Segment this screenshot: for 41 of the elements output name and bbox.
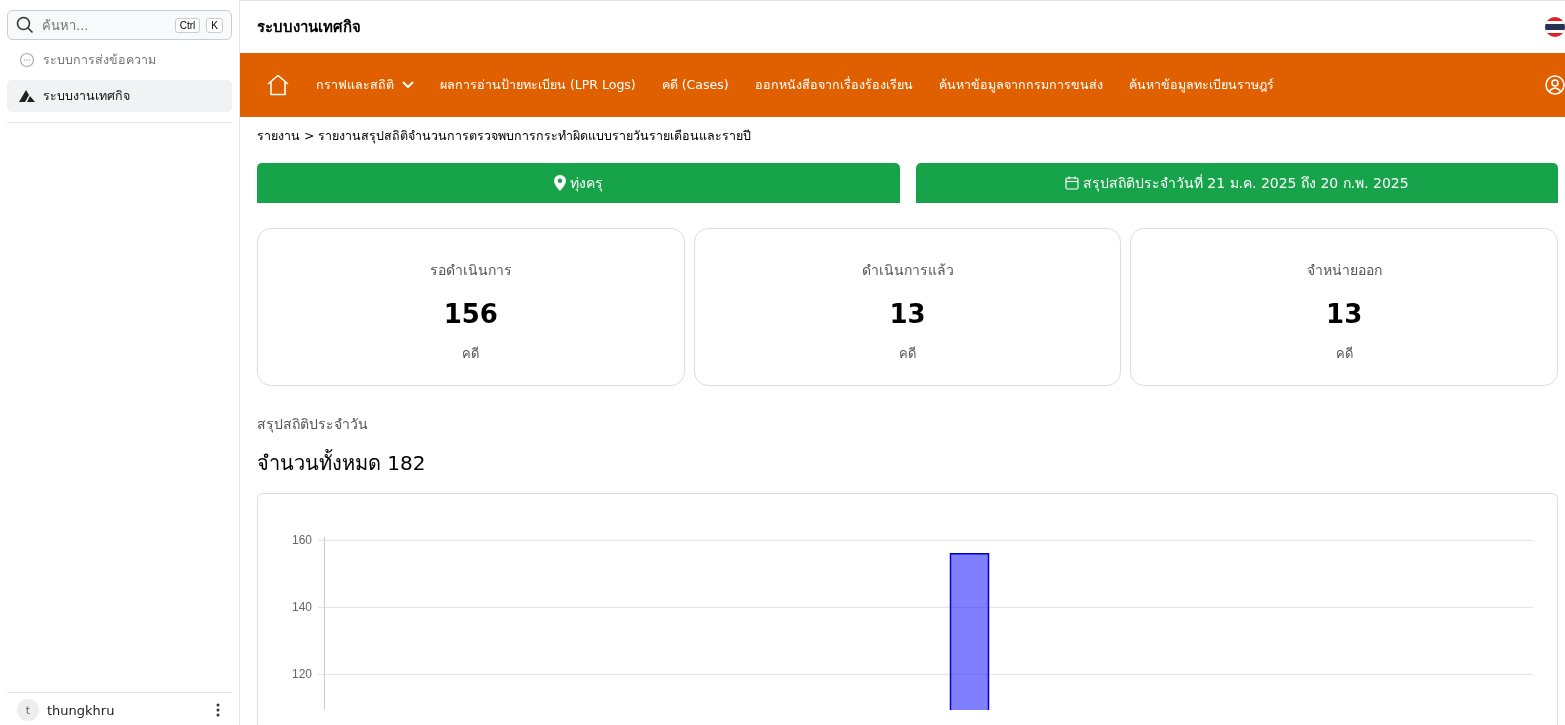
user-avatar: t — [17, 699, 39, 721]
stat-label: รอดำเนินการ — [429, 261, 512, 280]
search-field[interactable]: ค้นหา... — [40, 16, 169, 34]
sidebar-item[interactable]: ระบบการส่งข้อความ — [7, 44, 232, 76]
nav-link[interactable]: คดี (Cases) — [661, 75, 729, 95]
logo-icon — [19, 89, 35, 103]
calendar-icon — [1064, 176, 1079, 190]
nav-link[interactable]: กราฟและสถิติ — [316, 75, 414, 95]
shortcut-key: K — [206, 17, 223, 33]
user-name: thungkhru — [47, 702, 116, 718]
axis-tick-label: 160 — [291, 533, 312, 548]
stat-label: ดำเนินการแล้ว — [861, 261, 954, 280]
axis-tick-label: 120 — [291, 667, 312, 682]
nav-link[interactable]: ค้นหาข้อมูลทะเบียนราษฎร์ — [1128, 75, 1274, 95]
app-title: ระบบงานเทศกิจ — [257, 17, 361, 38]
stat-value: 156 — [443, 299, 498, 329]
stat-value: 13 — [1326, 299, 1363, 329]
nav-link[interactable]: ออกหนังสือจากเรื่องร้องเรียน — [754, 75, 913, 95]
user-icon[interactable] — [1545, 75, 1565, 95]
stat-unit: คดี — [899, 345, 916, 363]
home-icon[interactable] — [266, 74, 290, 96]
stat-value: 13 — [889, 299, 926, 329]
total-count: จำนวนทั้งหมด 182 — [256, 448, 427, 477]
chat-bubble-icon — [19, 52, 35, 68]
stat-label: จำหน่ายออก — [1306, 261, 1382, 280]
nav-link[interactable]: ผลการอ่านป้ายทะเบียน (LPR Logs) — [440, 75, 636, 95]
search-bar[interactable]: ค้นหา... Ctrl K — [7, 10, 232, 40]
stat-unit: คดี — [462, 345, 480, 363]
search-icon — [16, 16, 34, 34]
nav-link[interactable]: ค้นหาข้อมูลจากกรมการขนส่ง — [938, 75, 1103, 95]
breadcrumb: รายงาน > รายงานสรุปสถิติจำนวนการตรวจพบการกระทำผิดแบบรายวันรายเดือนและรายปี — [256, 127, 753, 146]
flag-icon[interactable] — [1545, 17, 1565, 37]
section-subtitle: สรุปสถิติประจำวัน — [256, 415, 369, 435]
more-icon[interactable] — [216, 703, 220, 717]
map-pin-icon — [553, 175, 566, 191]
sidebar-item[interactable]: ระบบงานเทศกิจ — [7, 80, 232, 112]
date-range-button[interactable]: สรุปสถิติประจำวันที่ 21 ม.ค. 2025 ถึง 20 ก.พ. 2025 — [915, 163, 1558, 203]
shortcut-key: Ctrl — [174, 17, 201, 33]
axis-tick-label: 140 — [291, 600, 312, 615]
location-button[interactable]: ทุ่งครุ — [257, 163, 900, 203]
stat-unit: คดี — [1335, 345, 1353, 363]
